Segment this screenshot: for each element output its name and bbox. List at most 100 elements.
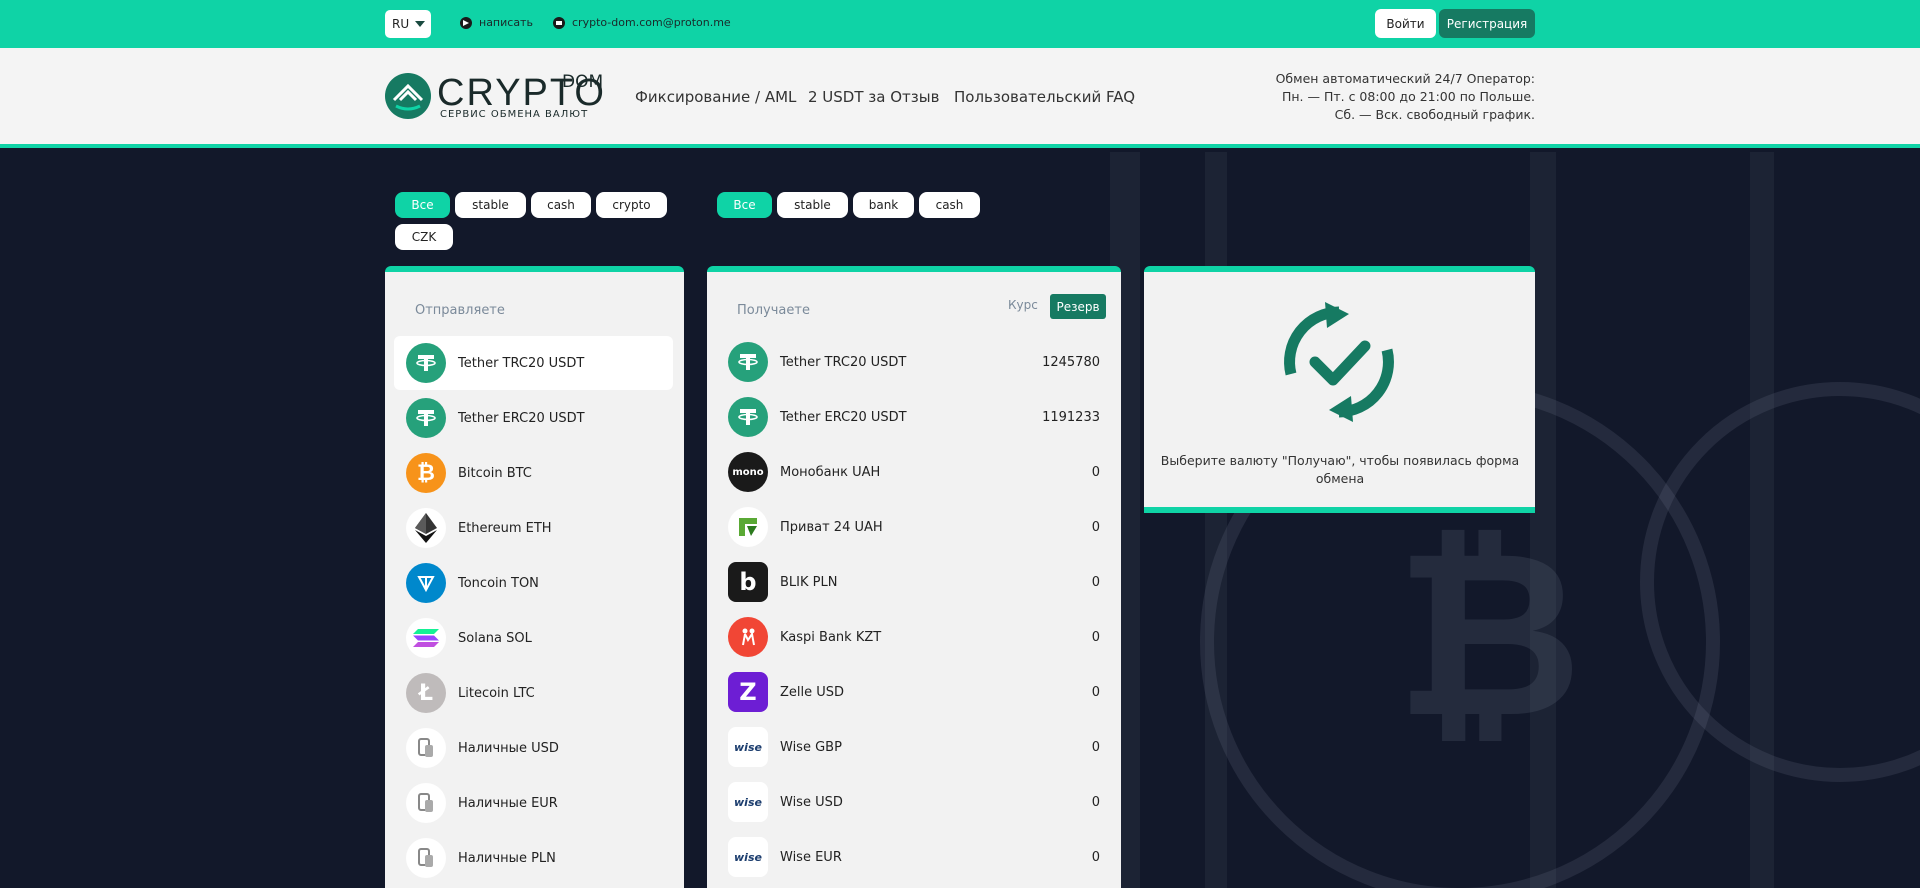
receive-panel: Получаете Tether TRC20 USDT 1245780 Teth…	[707, 266, 1121, 888]
nav-review-bonus[interactable]: 2 USDT за Отзыв	[808, 88, 939, 106]
logo-subtitle: СЕРВИС ОБМЕНА ВАЛЮТ	[440, 109, 589, 120]
receive-item-wise-usd[interactable]: wise Wise USD 0	[716, 775, 1112, 829]
email-link[interactable]: crypto-dom.com@proton.me	[553, 16, 731, 29]
receive-item-privat24[interactable]: Приват 24 UAH 0	[716, 500, 1112, 554]
schedule-line: Обмен автоматический 24/7 Оператор:	[1275, 71, 1535, 86]
email-label: crypto-dom.com@proton.me	[572, 16, 731, 29]
logo[interactable]: CRYPTO DOM СЕРВИС ОБМЕНА ВАЛЮТ	[384, 72, 614, 124]
send-panel-title: Отправляете	[415, 303, 505, 318]
send-item-usdt-trc20[interactable]: Tether TRC20 USDT	[394, 336, 673, 390]
bitcoin-icon: ₿	[406, 453, 446, 493]
send-item-usdt-erc20[interactable]: Tether ERC20 USDT	[394, 391, 673, 445]
receive-item-usdt-erc20[interactable]: Tether ERC20 USDT 1191233	[716, 390, 1112, 444]
send-item-cash-pln[interactable]: Наличные PLN	[394, 831, 673, 885]
send-filter-crypto[interactable]: crypto	[596, 192, 667, 218]
wise-icon: wise	[728, 837, 768, 877]
reserve-amount: 0	[1091, 684, 1100, 700]
zelle-icon: Z	[728, 672, 768, 712]
send-item-label: Tether TRC20 USDT	[458, 355, 585, 371]
send-item-label: Solana SOL	[458, 630, 532, 646]
send-filter-czk[interactable]: CZK	[395, 224, 453, 250]
send-item-sol[interactable]: Solana SOL	[394, 611, 673, 665]
receive-filter-bank[interactable]: bank	[853, 192, 914, 218]
receive-item-zelle[interactable]: Z Zelle USD 0	[716, 665, 1112, 719]
language-select[interactable]: RU	[385, 10, 431, 38]
nav-faq[interactable]: Пользовательский FAQ	[954, 88, 1135, 106]
monobank-icon: mono	[728, 452, 768, 492]
logo-icon	[385, 73, 431, 119]
send-item-label: Toncoin TON	[458, 575, 539, 591]
send-item-eth[interactable]: Ethereum ETH	[394, 501, 673, 555]
receive-item-kaspi[interactable]: Kaspi Bank KZT 0	[716, 610, 1112, 664]
chevron-down-icon	[415, 21, 425, 27]
receive-item-label: Zelle USD	[780, 684, 845, 700]
reserve-amount: 0	[1091, 849, 1100, 865]
litecoin-icon: Ł	[406, 673, 446, 713]
send-item-ltc[interactable]: Ł Litecoin LTC	[394, 666, 673, 720]
exchange-hint: Выберите валюту "Получаю", чтобы появила…	[1160, 453, 1520, 486]
receive-item-label: Kaspi Bank KZT	[780, 629, 882, 645]
nav-aml[interactable]: Фиксирование / AML	[635, 88, 796, 106]
telegram-label: написать	[479, 16, 533, 29]
receive-item-label: BLIK PLN	[780, 574, 838, 590]
send-item-cash-usd[interactable]: Наличные USD	[394, 721, 673, 775]
send-item-label: Bitcoin BTC	[458, 465, 532, 481]
login-button[interactable]: Войти	[1375, 9, 1436, 38]
send-item-label: Litecoin LTC	[458, 685, 535, 701]
reserve-amount: 0	[1091, 519, 1100, 535]
language-value: RU	[392, 17, 410, 31]
tether-icon	[406, 343, 446, 383]
blik-icon: b	[728, 562, 768, 602]
send-item-label: Ethereum ETH	[458, 520, 552, 536]
receive-item-wise-eur[interactable]: wise Wise EUR 0	[716, 830, 1112, 884]
receive-filter-stable[interactable]: stable	[777, 192, 848, 218]
rate-toggle[interactable]: Курс	[1008, 298, 1038, 312]
receive-item-label: Tether TRC20 USDT	[780, 354, 907, 370]
receive-item-usdt-trc20[interactable]: Tether TRC20 USDT 1245780	[716, 335, 1112, 389]
reserve-amount: 0	[1091, 464, 1100, 480]
background-art: ₿	[1110, 152, 1920, 888]
wise-icon: wise	[728, 727, 768, 767]
telegram-icon	[460, 16, 472, 29]
receive-item-label: Монобанк UAH	[780, 464, 881, 480]
send-item-label: Наличные EUR	[458, 795, 558, 811]
cash-icon	[406, 838, 446, 878]
mail-icon	[553, 16, 565, 29]
send-panel: Отправляете Tether TRC20 USDT Tether ERC…	[385, 266, 684, 888]
reserve-amount: 1245780	[1042, 354, 1100, 370]
ethereum-icon	[406, 508, 446, 548]
logo-dom: DOM	[562, 72, 604, 92]
receive-item-wise-gbp[interactable]: wise Wise GBP 0	[716, 720, 1112, 774]
wise-icon: wise	[728, 782, 768, 822]
toncoin-icon	[406, 563, 446, 603]
send-item-btc[interactable]: ₿ Bitcoin BTC	[394, 446, 673, 500]
schedule-line: Пн. — Пт. с 08:00 до 21:00 по Польше.	[1281, 89, 1535, 104]
receive-item-blik[interactable]: b BLIK PLN 0	[716, 555, 1112, 609]
register-button[interactable]: Регистрация	[1439, 9, 1535, 38]
receive-filter-cash[interactable]: cash	[919, 192, 980, 218]
send-item-label: Tether ERC20 USDT	[458, 410, 585, 426]
receive-item-label: Приват 24 UAH	[780, 519, 883, 535]
send-filter-all[interactable]: Все	[395, 192, 450, 218]
send-item-ton[interactable]: Toncoin TON	[394, 556, 673, 610]
receive-filter-all[interactable]: Все	[717, 192, 772, 218]
top-bar: RU написать crypto-dom.com@proton.me Вой…	[0, 0, 1920, 48]
send-filter-stable[interactable]: stable	[455, 192, 526, 218]
reserve-amount: 1191233	[1042, 409, 1100, 425]
solana-icon	[406, 618, 446, 658]
telegram-link[interactable]: написать	[460, 16, 533, 29]
receive-item-monobank[interactable]: mono Монобанк UAH 0	[716, 445, 1112, 499]
reserve-toggle[interactable]: Резерв	[1050, 294, 1106, 319]
kaspi-icon	[728, 617, 768, 657]
receive-item-label: Tether ERC20 USDT	[780, 409, 907, 425]
receive-panel-title: Получаете	[737, 303, 810, 318]
send-filter-cash[interactable]: cash	[531, 192, 591, 218]
receive-item-label: Wise GBP	[780, 739, 842, 755]
receive-item-label: Wise USD	[780, 794, 843, 810]
cash-icon	[406, 728, 446, 768]
tether-icon	[728, 342, 768, 382]
send-item-cash-eur[interactable]: Наличные EUR	[394, 776, 673, 830]
receive-item-label: Wise EUR	[780, 849, 842, 865]
header: CRYPTO DOM СЕРВИС ОБМЕНА ВАЛЮТ Фиксирова…	[0, 48, 1920, 148]
reserve-amount: 0	[1091, 739, 1100, 755]
